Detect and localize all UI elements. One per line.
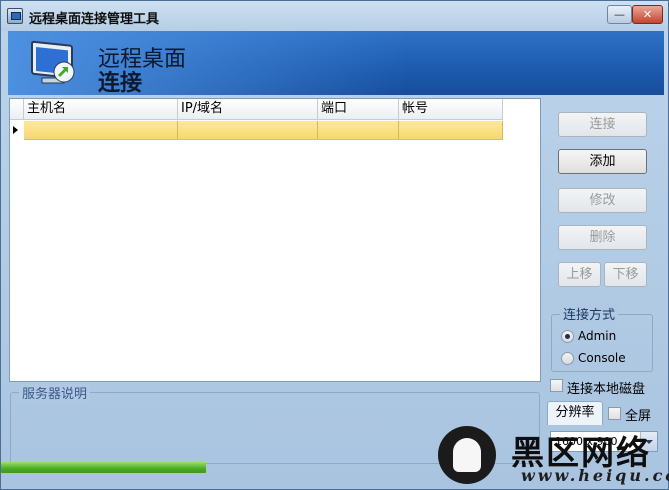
close-button[interactable]: ✕ xyxy=(632,5,663,24)
connect-local-disk-checkbox[interactable] xyxy=(550,379,563,392)
admin-radio-label[interactable]: Admin xyxy=(578,329,616,343)
connection-mode-title: 连接方式 xyxy=(560,304,619,323)
connect-local-disk-label[interactable]: 连接本地磁盘 xyxy=(567,378,645,397)
main-window: 远程桌面连接管理工具 — ✕ 远程桌面 连接 主机名 IP/域名 端口 帐号 服… xyxy=(0,0,669,490)
table-cell-hostname[interactable] xyxy=(24,121,178,140)
edit-button[interactable]: 修改 xyxy=(558,188,647,213)
column-header-account[interactable]: 帐号 xyxy=(399,99,503,120)
delete-button[interactable]: 删除 xyxy=(558,225,647,250)
column-header-hostname[interactable]: 主机名 xyxy=(24,99,178,120)
app-icon xyxy=(7,8,23,24)
progress-fill xyxy=(1,462,207,473)
resolution-tab[interactable]: 分辨率 xyxy=(547,401,603,425)
current-row-arrow-icon xyxy=(13,126,18,134)
connect-button[interactable]: 连接 xyxy=(558,112,647,137)
table-cell-ip-domain[interactable] xyxy=(178,121,318,140)
window-title: 远程桌面连接管理工具 xyxy=(29,12,160,27)
move-down-button[interactable]: 下移 xyxy=(604,262,647,287)
watermark: 黑区网络 www.heiqu.com xyxy=(433,424,669,490)
watermark-url: www.heiqu.com xyxy=(521,466,669,485)
admin-radio[interactable] xyxy=(561,330,574,343)
move-up-button[interactable]: 上移 xyxy=(558,262,601,287)
server-description-title: 服务器说明 xyxy=(19,383,91,402)
console-radio-label[interactable]: Console xyxy=(578,351,626,365)
title-bar[interactable]: 远程桌面连接管理工具 — ✕ xyxy=(1,1,668,31)
header-banner: 远程桌面 连接 xyxy=(8,31,664,95)
table-cell-account[interactable] xyxy=(399,121,503,140)
column-header-ip-domain[interactable]: IP/域名 xyxy=(178,99,318,120)
console-radio[interactable] xyxy=(561,352,574,365)
column-header-port[interactable]: 端口 xyxy=(318,99,399,120)
row-selector-header xyxy=(10,99,24,120)
fullscreen-checkbox[interactable] xyxy=(608,407,621,420)
banner-title-line2: 连接 xyxy=(98,71,143,95)
watermark-logo xyxy=(438,426,496,484)
remote-desktop-icon xyxy=(31,40,75,84)
add-button[interactable]: 添加 xyxy=(558,149,647,174)
minimize-button[interactable]: — xyxy=(607,5,632,24)
server-list[interactable]: 主机名 IP/域名 端口 帐号 xyxy=(9,98,541,382)
fullscreen-label[interactable]: 全屏 xyxy=(625,405,651,424)
table-cell-port[interactable] xyxy=(318,121,399,140)
